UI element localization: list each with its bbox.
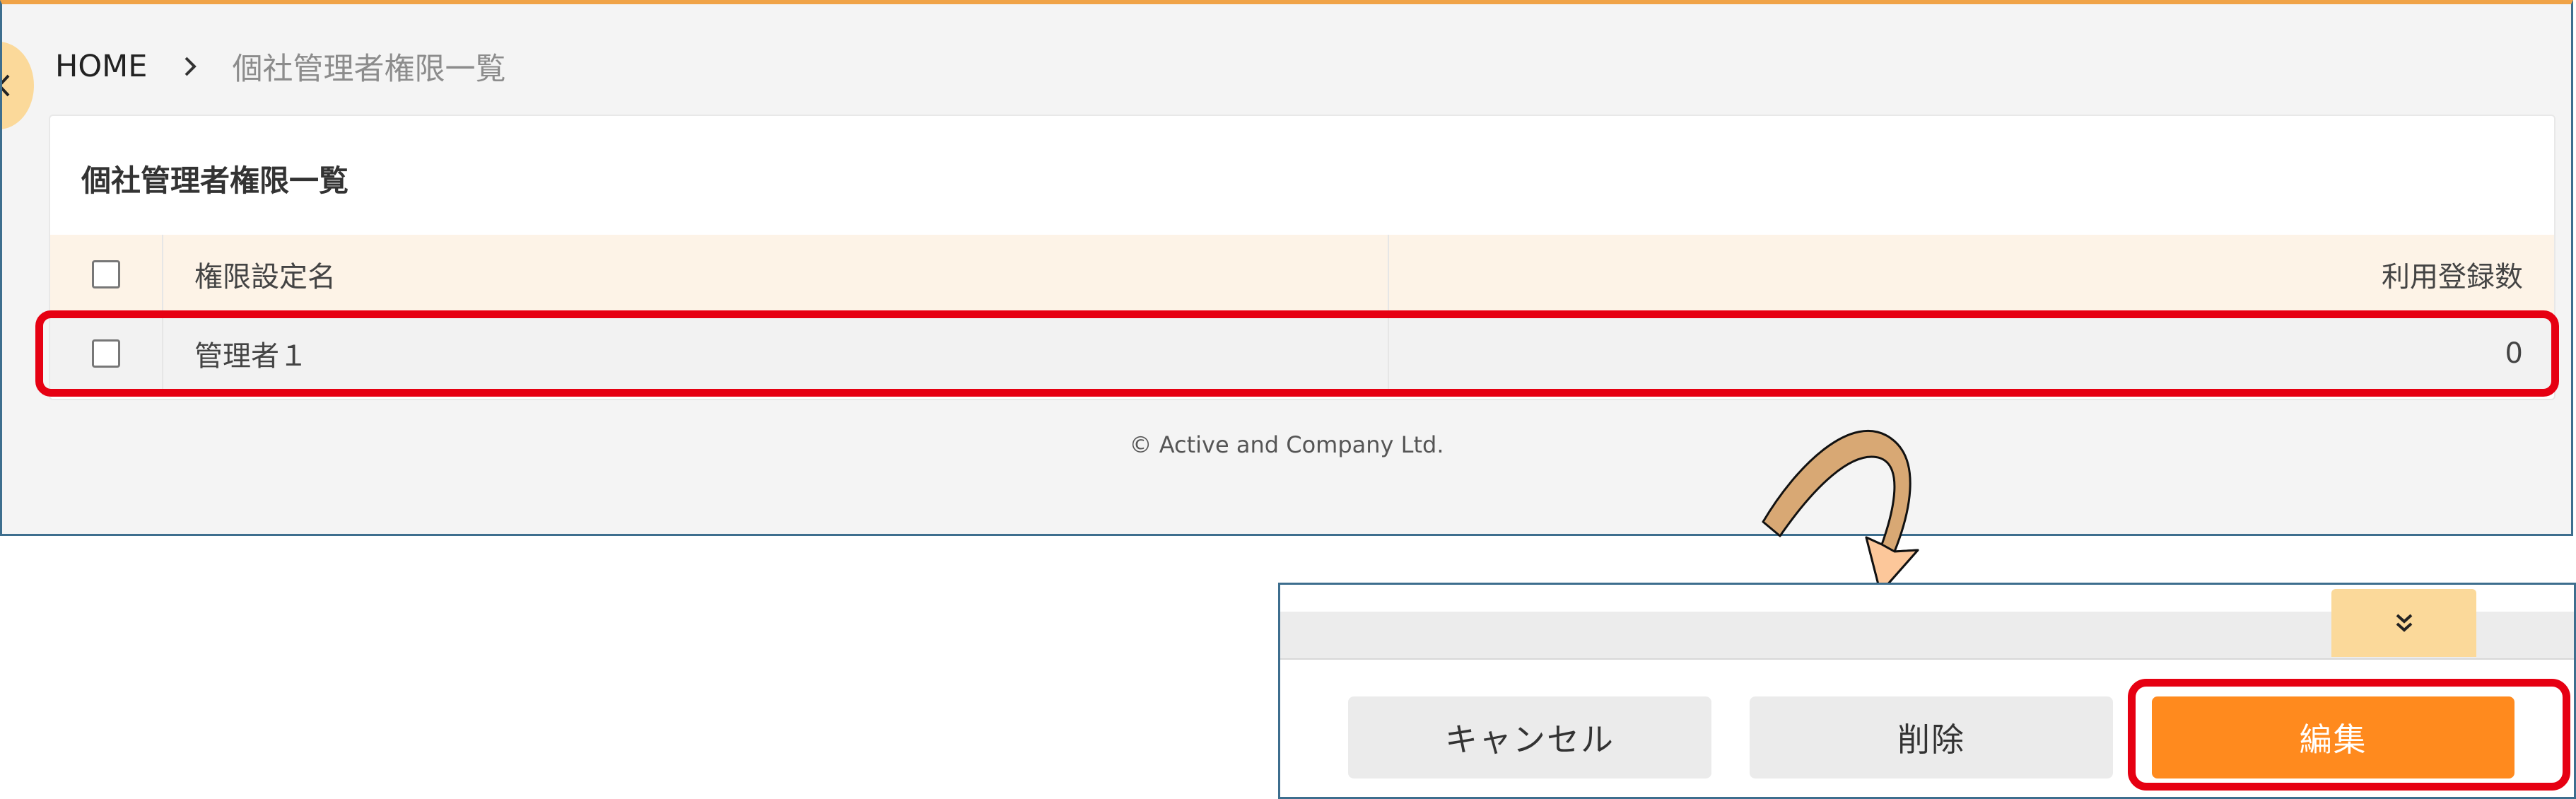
chevron-right-icon — [185, 57, 197, 76]
row-checkbox[interactable] — [92, 339, 120, 368]
column-header-count[interactable]: 利用登録数 — [1389, 235, 2554, 314]
delete-button[interactable]: 削除 — [1750, 696, 2113, 778]
page-title: 個社管理者権限一覧 — [81, 163, 349, 198]
row-name: 管理者１ — [163, 314, 1389, 393]
select-all-checkbox[interactable] — [92, 260, 120, 288]
row-count: 0 — [2505, 337, 2523, 370]
back-button[interactable] — [2, 42, 34, 129]
edit-button[interactable]: 編集 — [2152, 696, 2514, 778]
copyright-footer: © Active and Company Ltd. — [1129, 431, 1444, 458]
chevron-left-icon — [2, 74, 10, 97]
curved-arrow-icon — [1762, 429, 1919, 594]
collapse-button[interactable] — [2331, 589, 2476, 657]
breadcrumb: HOME 個社管理者権限一覧 — [55, 45, 505, 88]
double-chevron-down-icon — [2396, 614, 2412, 632]
breadcrumb-current: 個社管理者権限一覧 — [232, 52, 506, 87]
row-select-cell — [50, 314, 163, 393]
table-row[interactable]: 管理者１ 0 — [50, 314, 2554, 393]
permissions-table: 権限設定名 利用登録数 管理者１ 0 — [50, 235, 2554, 393]
cancel-button[interactable]: キャンセル — [1348, 696, 1711, 778]
column-header-name[interactable]: 権限設定名 — [163, 235, 1389, 314]
table-header-row: 権限設定名 利用登録数 — [50, 235, 2554, 314]
permissions-card: 個社管理者権限一覧 権限設定名 利用登録数 管理者１ 0 — [49, 115, 2555, 400]
breadcrumb-home-link[interactable]: HOME — [55, 49, 147, 84]
select-all-cell — [50, 235, 163, 314]
admin-permissions-screen: HOME 個社管理者権限一覧 個社管理者権限一覧 権限設定名 利用登録数 管理者… — [0, 0, 2573, 536]
action-bar-screen: キャンセル 削除 編集 — [1278, 583, 2576, 799]
